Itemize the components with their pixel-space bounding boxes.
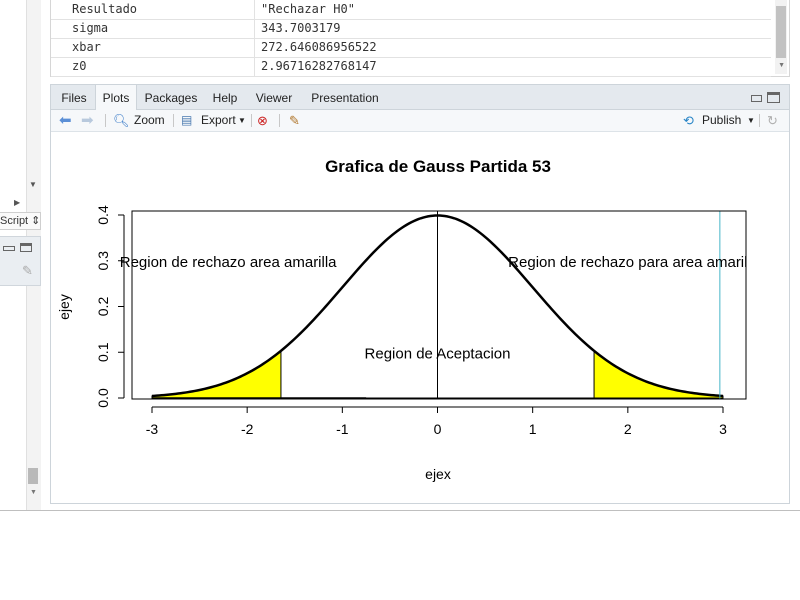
expand-right-icon[interactable]: ▶ <box>14 198 20 207</box>
annotation-label: Region de rechazo area amarilla <box>120 254 337 271</box>
y-axis-label: ejey <box>56 294 72 320</box>
tab-packages[interactable]: Packages <box>139 85 203 109</box>
env-row[interactable]: Resultado "Rechazar H0" <box>51 0 771 20</box>
scroll-down-icon[interactable]: ▼ <box>30 489 37 496</box>
plots-pane: Files Plots Packages Help Viewer Present… <box>50 84 790 504</box>
script-selector[interactable]: Script ⇕ <box>0 212 41 230</box>
gauss-chart: Grafica de Gauss Partida 53 ejex ejey -3… <box>56 157 747 482</box>
x-tick-label: -2 <box>241 421 254 437</box>
env-row[interactable]: z0 2.96716282768147 <box>51 57 771 77</box>
env-row[interactable]: xbar 272.646086956522 <box>51 38 771 58</box>
broom-icon[interactable]: ✎ <box>22 263 33 279</box>
x-tick-label: 3 <box>719 421 727 437</box>
chevron-down-icon[interactable]: ▼ <box>238 112 246 129</box>
y-tick-label: 0.4 <box>95 205 111 225</box>
chevron-down-icon[interactable]: ▼ <box>747 112 755 129</box>
remove-plot-icon[interactable]: ⊗ <box>257 112 268 129</box>
x-axis-label: ejex <box>425 466 451 482</box>
y-tick-label: 0.0 <box>95 388 111 408</box>
env-var-value: 2.96716282768147 <box>261 59 377 73</box>
left-pane-toolbar: ✎ <box>0 236 41 286</box>
env-var-name: xbar <box>72 40 101 54</box>
left-pane-strip: ▼ ▶ Script ⇕ ✎ ▼ <box>0 0 42 510</box>
tab-presentation[interactable]: Presentation <box>305 85 385 109</box>
env-scroll-thumb[interactable] <box>776 6 786 58</box>
x-tick-label: 0 <box>434 421 442 437</box>
scroll-down-icon[interactable]: ▼ <box>778 62 785 69</box>
plots-toolbar: ⬅ ➡ 🔍︎ Zoom ▤ Export ▼ ⊗ ✎ ⟲ Publish ▼ ↻ <box>51 110 789 132</box>
tab-files[interactable]: Files <box>55 85 93 109</box>
y-tick-label: 0.1 <box>95 342 111 362</box>
publish-button[interactable]: Publish <box>702 112 741 129</box>
zoom-icon[interactable]: 🔍︎ <box>113 112 130 129</box>
forward-arrow-icon[interactable]: ➡ <box>81 112 94 129</box>
plot-viewer: Grafica de Gauss Partida 53 ejex ejey -3… <box>51 132 789 503</box>
env-row[interactable]: sigma 343.7003179 <box>51 19 771 39</box>
env-var-name: Resultado <box>72 2 138 16</box>
rejection-region-1 <box>593 349 724 399</box>
env-var-name: z0 <box>72 59 87 73</box>
y-tick-label: 0.3 <box>95 251 111 271</box>
refresh-icon[interactable]: ↻ <box>767 112 778 129</box>
publish-icon[interactable]: ⟲ <box>683 112 694 129</box>
export-button[interactable]: Export <box>201 112 236 129</box>
annotation-label: Region de rechazo para area amaril <box>508 254 747 271</box>
pane-divider <box>0 510 800 511</box>
maximize-pane-icon[interactable] <box>767 92 780 103</box>
environment-panel: Resultado "Rechazar H0" sigma 343.700317… <box>50 0 790 77</box>
y-tick-label: 0.2 <box>95 297 111 317</box>
x-tick-label: 2 <box>624 421 632 437</box>
env-var-value: 272.646086956522 <box>261 40 377 54</box>
maximize-icon[interactable] <box>20 243 32 252</box>
scroll-down-icon[interactable]: ▼ <box>29 180 37 189</box>
zoom-button[interactable]: Zoom <box>134 112 165 129</box>
env-var-name: sigma <box>72 21 109 35</box>
back-arrow-icon[interactable]: ⬅ <box>59 112 72 129</box>
x-tick-label: 1 <box>529 421 537 437</box>
rejection-region-0 <box>151 349 282 399</box>
annotation-label: Region de Aceptacion <box>365 345 511 362</box>
x-tick-label: -3 <box>146 421 159 437</box>
env-var-value: 343.7003179 <box>261 21 341 35</box>
tab-viewer[interactable]: Viewer <box>249 85 299 109</box>
pane-tab-bar: Files Plots Packages Help Viewer Present… <box>51 85 789 110</box>
tab-plots[interactable]: Plots <box>95 85 137 110</box>
x-tick-label: -1 <box>336 421 349 437</box>
left-scroll-thumb[interactable] <box>28 468 38 484</box>
clear-all-broom-icon[interactable]: ✎ <box>289 112 300 129</box>
tab-help[interactable]: Help <box>207 85 243 109</box>
env-var-value: "Rechazar H0" <box>261 2 355 16</box>
minimize-pane-icon[interactable] <box>751 95 762 102</box>
chart-title: Grafica de Gauss Partida 53 <box>325 157 551 176</box>
plot-frame <box>131 210 747 400</box>
export-icon[interactable]: ▤ <box>181 112 192 129</box>
minimize-icon[interactable] <box>3 246 15 251</box>
